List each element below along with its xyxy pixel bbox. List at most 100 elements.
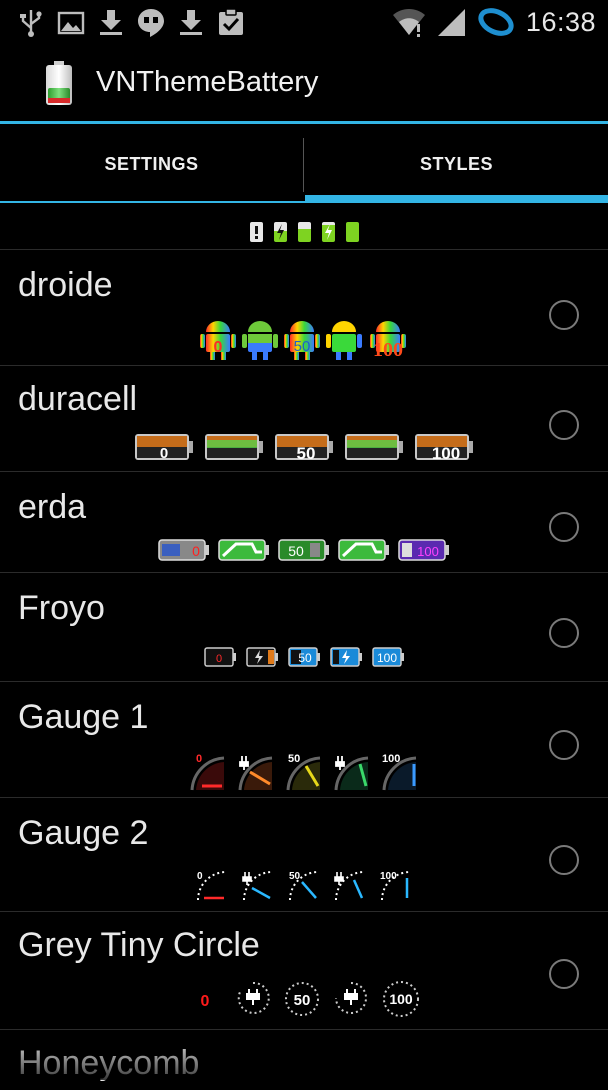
tab-selected-indicator bbox=[305, 195, 608, 203]
android-0-icon: 0 bbox=[200, 321, 236, 360]
style-name: duracell bbox=[18, 380, 138, 418]
level-label: 100 bbox=[382, 753, 400, 765]
radio-button[interactable] bbox=[549, 845, 579, 875]
tab-settings-label: SETTINGS bbox=[104, 153, 199, 174]
radio-button[interactable] bbox=[549, 300, 579, 330]
app-title: VNThemeBattery bbox=[96, 66, 319, 98]
level-label: 50 bbox=[288, 543, 304, 559]
style-preview-icons: 0 50 100 bbox=[0, 870, 608, 902]
duracell-100-icon: 100 bbox=[415, 434, 473, 462]
level-label: 100 bbox=[377, 651, 397, 665]
android-50-icon: 50 bbox=[284, 321, 320, 360]
gauge2-100-icon: 100 bbox=[380, 871, 411, 901]
level-label: 0 bbox=[160, 445, 168, 462]
gauge-charging-icon bbox=[334, 756, 369, 791]
style-row-gauge-1[interactable]: Gauge 1 0 50 100 bbox=[0, 681, 608, 798]
gauge-100-icon: 100 bbox=[382, 753, 417, 791]
hangouts-icon bbox=[134, 6, 174, 38]
radio-button[interactable] bbox=[549, 618, 579, 648]
battery-app-icon[interactable] bbox=[44, 60, 74, 106]
erda-charging-icon bbox=[338, 539, 389, 561]
android-100-icon: 100 bbox=[370, 321, 406, 360]
usb-icon bbox=[14, 6, 54, 38]
android-charging-icon bbox=[326, 321, 362, 360]
preview-icons bbox=[0, 222, 608, 242]
radio-button[interactable] bbox=[549, 512, 579, 542]
gauge2-0-icon: 0 bbox=[197, 871, 227, 901]
status-bar: 16:38 bbox=[0, 0, 608, 44]
radio-button[interactable] bbox=[549, 410, 579, 440]
froyo-charging-icon bbox=[330, 647, 362, 667]
duracell-50-icon: 50 bbox=[275, 434, 333, 462]
radio-button[interactable] bbox=[549, 959, 579, 989]
gauge-charging-icon bbox=[238, 756, 273, 791]
style-name: Gauge 1 bbox=[18, 698, 149, 736]
style-name: Gauge 2 bbox=[18, 814, 149, 852]
level-label: 0 bbox=[201, 993, 210, 1010]
style-row-droide[interactable]: droide 0 50 100 bbox=[0, 249, 608, 366]
battery-charging-icon bbox=[273, 222, 287, 242]
level-label: 50 bbox=[289, 871, 301, 882]
gauge2-charging-icon bbox=[242, 871, 273, 901]
style-preview-icons: 0 50 100 bbox=[0, 980, 608, 1018]
erda-50-icon: 50 bbox=[278, 539, 329, 561]
style-row-erda[interactable]: erda 0 50 100 bbox=[0, 471, 608, 573]
gauge-0-icon: 0 bbox=[190, 753, 225, 791]
tab-styles-label: STYLES bbox=[419, 153, 493, 174]
style-name: Grey Tiny Circle bbox=[18, 926, 260, 964]
style-row-gauge-2[interactable]: Gauge 2 0 50 100 bbox=[0, 797, 608, 912]
froyo-charging-icon bbox=[246, 647, 278, 667]
erda-100-icon: 100 bbox=[398, 539, 449, 561]
battery-full-icon bbox=[345, 222, 359, 242]
signal-icon bbox=[436, 7, 466, 37]
level-label: 50 bbox=[288, 753, 300, 765]
level-label: 100 bbox=[432, 444, 460, 462]
list-header-preview bbox=[0, 204, 608, 249]
level-label: 50 bbox=[298, 651, 312, 665]
froyo-0-icon: 0 bbox=[204, 647, 236, 667]
system-icons: 16:38 bbox=[392, 0, 596, 44]
wifi-icon bbox=[392, 7, 426, 37]
level-label: 50 bbox=[294, 992, 311, 1009]
style-row-duracell[interactable]: duracell 0 50 100 bbox=[0, 365, 608, 472]
froyo-50-icon: 50 bbox=[288, 647, 320, 667]
style-preview-icons: 0 50 100 bbox=[0, 647, 608, 667]
radio-button[interactable] bbox=[549, 730, 579, 760]
level-label: 100 bbox=[417, 544, 439, 559]
level-label: 50 bbox=[294, 338, 311, 355]
tab-underline bbox=[0, 201, 305, 203]
battery-alert-icon bbox=[249, 222, 263, 242]
download-icon bbox=[174, 6, 214, 38]
tab-styles[interactable]: STYLES bbox=[305, 124, 608, 204]
level-label: 100 bbox=[380, 871, 397, 882]
style-row-froyo[interactable]: Froyo 0 50 100 bbox=[0, 572, 608, 682]
circle-50-icon: 50 bbox=[285, 982, 319, 1016]
circle-0-icon: 0 bbox=[201, 993, 210, 1010]
circle-charging-icon bbox=[237, 981, 270, 1014]
level-label: 100 bbox=[389, 991, 413, 1007]
android-charging-icon bbox=[242, 321, 278, 360]
level-label: 0 bbox=[196, 753, 202, 765]
level-label: 0 bbox=[216, 653, 222, 665]
style-name: Froyo bbox=[18, 589, 105, 627]
erda-0-icon: 0 bbox=[158, 539, 209, 561]
erda-charging-icon bbox=[218, 539, 269, 561]
style-preview-icons: 0 50 100 bbox=[0, 432, 608, 462]
style-row-grey-tiny-circle[interactable]: Grey Tiny Circle 0 50 100 bbox=[0, 911, 608, 1030]
style-preview-icons: 0 50 100 bbox=[0, 318, 608, 360]
battery-half-icon bbox=[297, 222, 311, 242]
duracell-charging-icon bbox=[345, 434, 403, 460]
style-row-honeycomb[interactable]: Honeycomb bbox=[0, 1029, 608, 1090]
tab-settings[interactable]: SETTINGS bbox=[0, 124, 303, 204]
duracell-0-icon: 0 bbox=[135, 434, 193, 462]
gauge2-charging-icon bbox=[334, 871, 365, 901]
level-label: 0 bbox=[197, 871, 203, 882]
circle-charging-icon bbox=[335, 982, 367, 1014]
gauge-50-icon: 50 bbox=[286, 753, 321, 791]
style-preview-icons: 0 50 100 bbox=[0, 752, 608, 792]
download-icon bbox=[94, 6, 134, 38]
style-name: droide bbox=[18, 266, 113, 304]
sync-ring-icon bbox=[476, 7, 516, 37]
circle-100-icon: 100 bbox=[383, 981, 419, 1017]
style-preview-icons: 0 50 100 bbox=[0, 538, 608, 562]
